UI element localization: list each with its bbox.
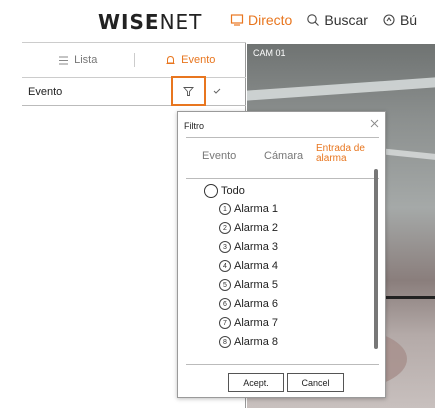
radio-todo[interactable] — [204, 184, 218, 198]
dialog-tab-evento[interactable]: Evento — [202, 150, 236, 162]
wisenet-logo: WISENET — [98, 10, 203, 34]
option-label: Alarma 4 — [234, 260, 279, 272]
alarm-number-badge[interactable]: 1 — [219, 203, 231, 215]
dialog-tab-alarm-line2: alarma — [316, 153, 347, 164]
nav-buscar[interactable]: Buscar — [306, 12, 368, 28]
accept-button[interactable]: Acept. — [228, 373, 284, 392]
cancel-button[interactable]: Cancel — [287, 373, 344, 392]
option-label: Alarma 7 — [234, 317, 279, 329]
filter-icon — [183, 86, 194, 96]
nav-buscar-label: Buscar — [324, 12, 368, 28]
alarm-number-badge[interactable]: 2 — [219, 222, 231, 234]
alarm-number-badge[interactable]: 4 — [219, 260, 231, 272]
option-alarma-2[interactable]: 2 Alarma 2 — [219, 222, 278, 234]
filter-button[interactable] — [171, 76, 206, 106]
tab-evento[interactable]: Evento — [135, 54, 247, 66]
tab-lista[interactable]: Lista — [22, 54, 134, 66]
option-label: Alarma 1 — [234, 203, 279, 215]
option-alarma-3[interactable]: 3 Alarma 3 — [219, 241, 278, 253]
event-row-label: Evento — [28, 86, 63, 98]
alarm-number-badge[interactable]: 3 — [219, 241, 231, 253]
camera-label: CAM 01 — [253, 48, 286, 58]
checkmark-icon[interactable] — [212, 86, 222, 96]
option-alarma-5[interactable]: 5 Alarma 5 — [219, 279, 278, 291]
dialog-tab-camara[interactable]: Cámara — [264, 150, 303, 162]
option-alarma-1[interactable]: 1 Alarma 1 — [219, 203, 278, 215]
dialog-title: Filtro — [184, 121, 204, 131]
bell-icon — [166, 55, 175, 64]
list-icon — [59, 56, 69, 64]
tab-evento-label: Evento — [181, 54, 216, 66]
option-alarma-4[interactable]: 4 Alarma 4 — [219, 260, 278, 272]
search-icon — [307, 14, 320, 26]
option-label: Alarma 5 — [234, 279, 279, 291]
option-label: Alarma 6 — [234, 298, 279, 310]
top-header: WISENET Directo Buscar Bú — [22, 0, 435, 42]
option-label: Alarma 3 — [234, 241, 279, 253]
tab-lista-label: Lista — [74, 54, 98, 66]
filter-dialog: Filtro Evento Cámara Entrada de alarma T… — [177, 111, 386, 398]
monitor-icon — [230, 14, 244, 26]
option-alarma-6[interactable]: 6 Alarma 6 — [219, 298, 278, 310]
close-icon[interactable] — [370, 119, 379, 128]
nav-directo-label: Directo — [248, 12, 293, 28]
alarm-number-badge[interactable]: 7 — [219, 317, 231, 329]
dialog-footer-divider — [186, 364, 379, 365]
top-nav: Directo Buscar Bú — [230, 12, 417, 28]
option-alarma-8[interactable]: 8 Alarma 8 — [219, 336, 278, 348]
nav-backup[interactable]: Bú — [382, 12, 417, 28]
nav-directo[interactable]: Directo — [230, 12, 292, 28]
dialog-tab-alarm-input[interactable]: Entrada de alarma — [316, 144, 365, 164]
alarm-number-badge[interactable]: 6 — [219, 298, 231, 310]
dialog-tabs: Evento Cámara Entrada de alarma — [186, 137, 379, 179]
option-scrollbar[interactable] — [374, 169, 378, 349]
backup-icon — [383, 14, 395, 26]
alarm-number-badge[interactable]: 8 — [219, 336, 231, 348]
video-scene-detail — [247, 77, 435, 101]
option-alarma-7[interactable]: 7 Alarma 7 — [219, 317, 278, 329]
event-row: Evento — [22, 76, 246, 106]
side-tabs: Lista Evento — [22, 42, 246, 78]
alarm-number-badge[interactable]: 5 — [219, 279, 231, 291]
option-label: Alarma 8 — [234, 336, 279, 348]
nav-backup-label: Bú — [399, 12, 418, 28]
option-label: Alarma 2 — [234, 222, 279, 234]
option-todo-label: Todo — [221, 185, 245, 197]
option-todo[interactable]: Todo — [204, 184, 245, 198]
